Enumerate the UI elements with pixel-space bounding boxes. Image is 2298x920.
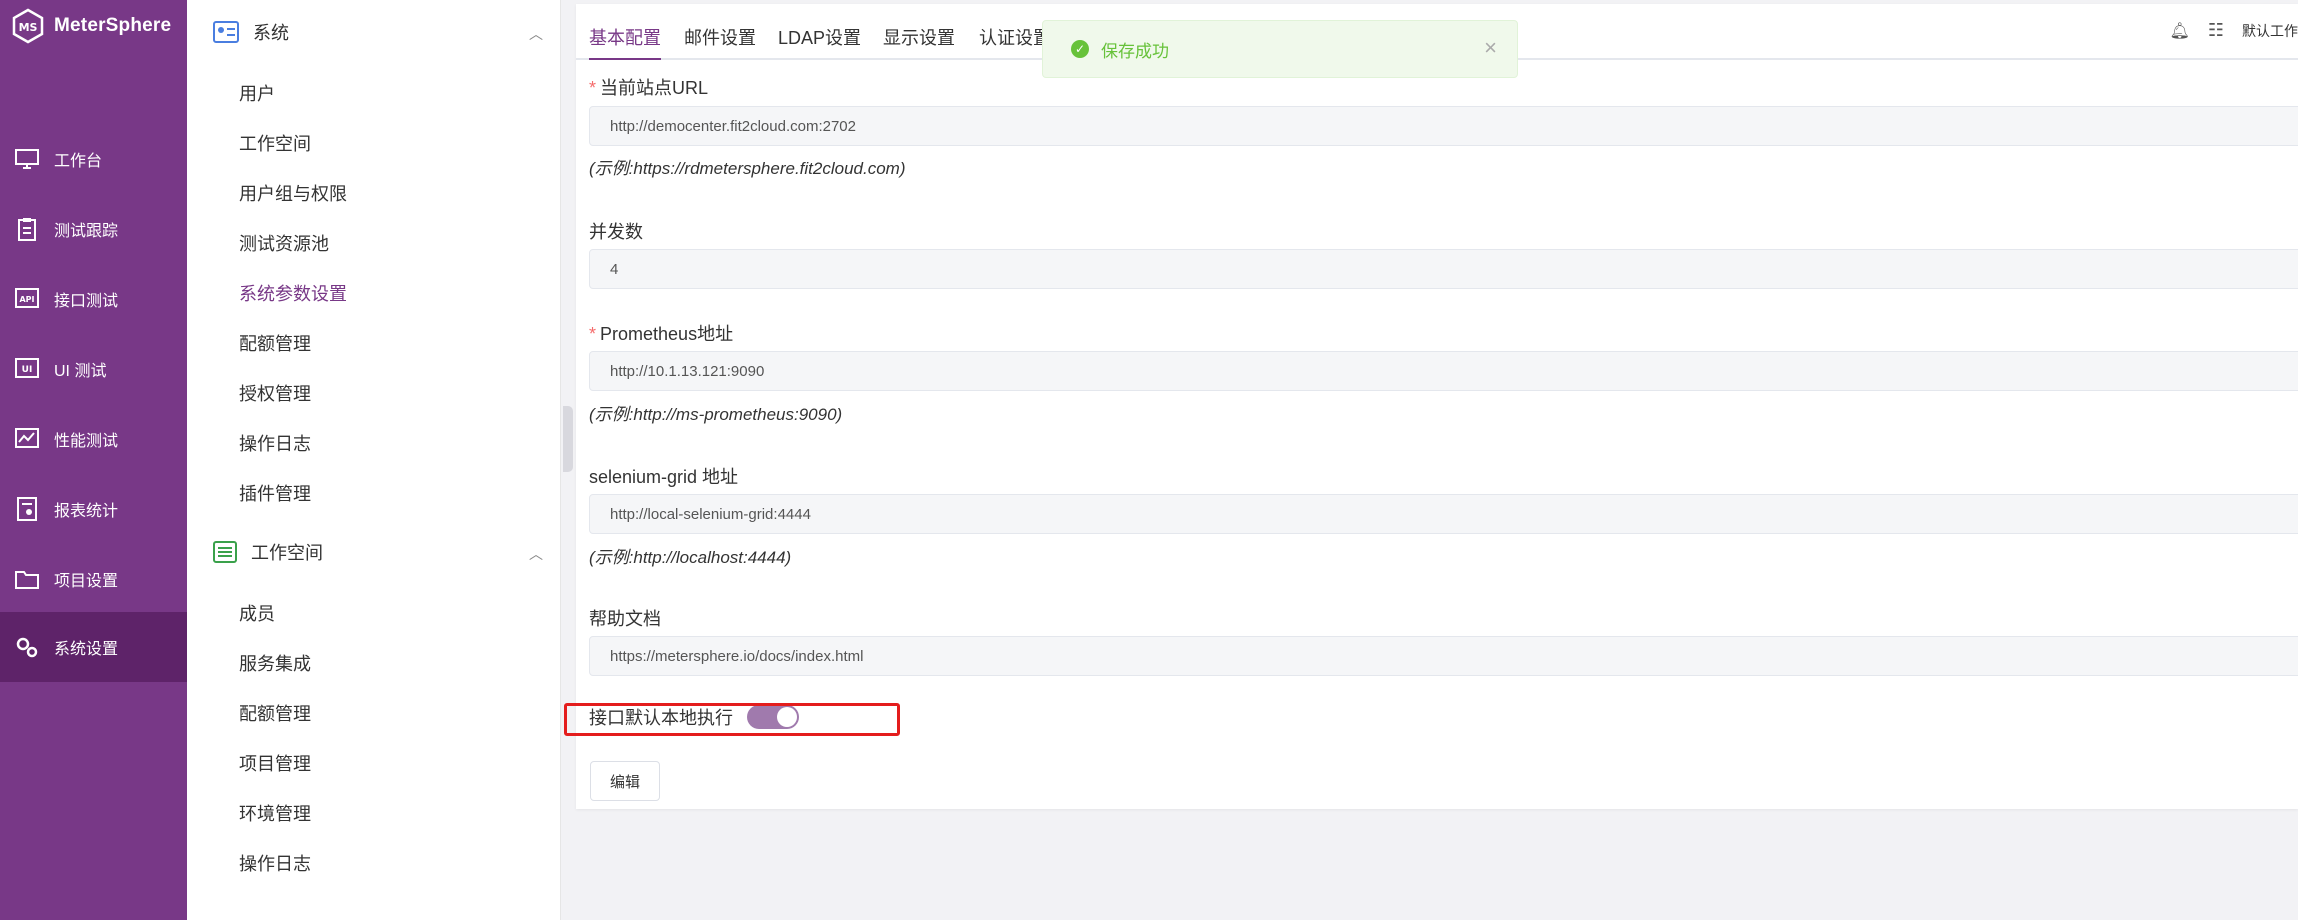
- api-icon: API: [15, 288, 39, 308]
- concurrency-input[interactable]: 4: [589, 249, 2298, 289]
- nav-item-test-track[interactable]: 测试跟踪: [0, 194, 187, 264]
- tab-auth-settings[interactable]: 认证设置: [979, 24, 1051, 50]
- active-tab-indicator: [589, 58, 661, 60]
- help-doc-label: 帮助文档: [589, 609, 661, 629]
- submenu-item[interactable]: 插件管理: [239, 480, 311, 506]
- submenu-item[interactable]: 测试资源池: [239, 230, 329, 256]
- chevron-up-icon[interactable]: ︿: [529, 24, 543, 44]
- nav-label: 系统设置: [54, 641, 119, 658]
- workspace-switcher[interactable]: 默认工作: [2242, 21, 2298, 41]
- list-icon: [213, 541, 237, 563]
- nav-item-api-test[interactable]: API 接口测试: [0, 264, 187, 334]
- prometheus-hint: (示例:http://ms-prometheus:9090): [589, 405, 843, 424]
- tab-basic-config[interactable]: 基本配置: [589, 24, 661, 50]
- ui-icon: UI: [15, 358, 39, 378]
- submenu-item[interactable]: 环境管理: [239, 800, 311, 826]
- success-toast: ✓ 保存成功 ×: [1042, 20, 1518, 78]
- chevron-up-icon[interactable]: ︿: [529, 544, 543, 564]
- clipboard-icon: [18, 218, 36, 241]
- nav-label: UI 测试: [54, 363, 107, 380]
- submenu-item[interactable]: 用户: [239, 80, 275, 106]
- submenu: 系统 ︿ 用户 工作空间 用户组与权限 测试资源池 系统参数设置 配额管理 授权…: [187, 0, 561, 920]
- check-circle-icon: ✓: [1071, 40, 1089, 58]
- selenium-hint: (示例:http://localhost:4444): [589, 548, 792, 567]
- submenu-item[interactable]: 成员: [239, 600, 275, 626]
- submenu-item[interactable]: 操作日志: [239, 850, 311, 876]
- submenu-item[interactable]: 用户组与权限: [239, 180, 347, 206]
- site-url-hint: (示例:https://rdmetersphere.fit2cloud.com): [589, 159, 906, 178]
- submenu-item-active[interactable]: 系统参数设置: [239, 280, 347, 306]
- submenu-group-title: 工作空间: [251, 543, 323, 563]
- submenu-item[interactable]: 项目管理: [239, 750, 311, 776]
- nav-item-workbench[interactable]: 工作台: [0, 124, 187, 194]
- gears-icon: [16, 637, 38, 658]
- submenu-item[interactable]: 工作空间: [239, 130, 311, 156]
- edit-button[interactable]: 编辑: [590, 761, 660, 801]
- monitor-icon: [15, 149, 39, 169]
- nav-item-project-settings[interactable]: 项目设置: [0, 544, 187, 614]
- nav-label: 测试跟踪: [54, 223, 119, 240]
- svg-text:UI: UI: [22, 365, 33, 375]
- nav-item-report[interactable]: 报表统计: [0, 474, 187, 544]
- nav-label: 项目设置: [54, 573, 119, 590]
- brand[interactable]: MS MeterSphere: [10, 8, 171, 44]
- task-list-icon[interactable]: ☷: [2208, 20, 2224, 41]
- submenu-item[interactable]: 操作日志: [239, 430, 311, 456]
- submenu-group-system[interactable]: 系统 ︿: [213, 12, 543, 52]
- submenu-item[interactable]: 配额管理: [239, 700, 311, 726]
- nav-item-performance-test[interactable]: 性能测试: [0, 404, 187, 474]
- submenu-group-workspace[interactable]: 工作空间 ︿: [213, 532, 543, 572]
- metersphere-logo-icon: MS: [12, 8, 44, 44]
- highlight-annotation-box: [564, 703, 900, 736]
- svg-text:MS: MS: [19, 21, 38, 34]
- collapse-handle[interactable]: [563, 406, 573, 472]
- selenium-input[interactable]: http://local-selenium-grid:4444: [589, 494, 2298, 534]
- settings-panel: 基本配置 邮件设置 LDAP设置 显示设置 认证设置 🔔︎ ☷ 默认工作 * 当前…: [576, 4, 2298, 809]
- toast-message: 保存成功: [1101, 41, 1169, 61]
- tab-ldap-settings[interactable]: LDAP设置: [778, 24, 861, 50]
- submenu-item[interactable]: 配额管理: [239, 330, 311, 356]
- submenu-item[interactable]: 服务集成: [239, 650, 311, 676]
- report-icon: [17, 497, 37, 521]
- svg-text:API: API: [19, 295, 34, 304]
- brand-name: MeterSphere: [54, 15, 172, 36]
- header-actions: 🔔︎ ☷ 默认工作: [2170, 20, 2298, 41]
- concurrency-label: 并发数: [589, 222, 643, 242]
- prometheus-input[interactable]: http://10.1.13.121:9090: [589, 351, 2298, 391]
- help-doc-input[interactable]: https://metersphere.io/docs/index.html: [589, 636, 2298, 676]
- nav-item-ui-test[interactable]: UI UI 测试: [0, 334, 187, 404]
- nav-label: 工作台: [54, 153, 103, 170]
- left-nav: MS MeterSphere 工作台 测试跟踪 API 接口测试 UI UI 测…: [0, 0, 187, 920]
- nav-item-system-settings[interactable]: 系统设置: [0, 612, 187, 682]
- tab-mail-settings[interactable]: 邮件设置: [684, 24, 756, 50]
- folder-icon: [15, 571, 39, 589]
- nav-label: 接口测试: [54, 293, 119, 310]
- nav-label: 性能测试: [54, 433, 119, 450]
- submenu-group-title: 系统: [253, 23, 289, 43]
- submenu-item[interactable]: 授权管理: [239, 380, 311, 406]
- close-icon[interactable]: ×: [1484, 35, 1497, 61]
- site-url-input[interactable]: http://democenter.fit2cloud.com:2702: [589, 106, 2298, 146]
- nav-label: 报表统计: [54, 503, 119, 520]
- performance-icon: [15, 428, 39, 448]
- tab-display-settings[interactable]: 显示设置: [883, 24, 955, 50]
- prometheus-label: * Prometheus地址: [589, 324, 734, 344]
- id-card-icon: [213, 21, 239, 43]
- selenium-label: selenium-grid 地址: [589, 467, 739, 487]
- site-url-label: * 当前站点URL: [589, 78, 709, 98]
- bell-icon[interactable]: 🔔︎: [2170, 21, 2190, 41]
